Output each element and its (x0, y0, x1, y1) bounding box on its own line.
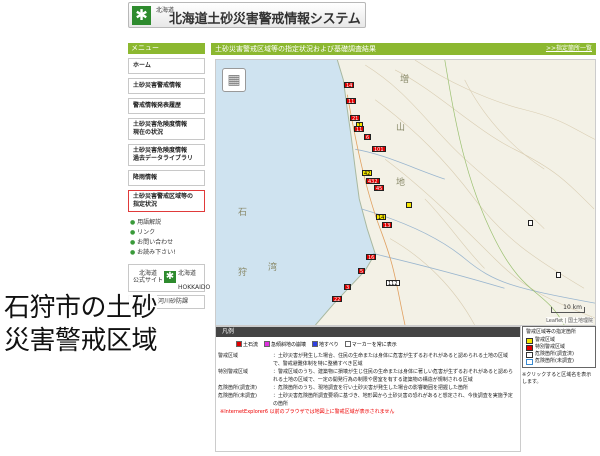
main-heading: 土砂災害警戒区域等の指定状況および基礎調査結果 >>指定箇所一覧 (211, 43, 596, 55)
map-label-mountain: 山 (396, 123, 406, 133)
map-label-bay: 湾 (268, 263, 278, 273)
click-note: ※クリックすると区域名を表示します。 (522, 372, 592, 385)
map-label-region: 地 (396, 178, 406, 188)
menu-item-warning-info[interactable]: 土砂災害警戒情報 (128, 78, 205, 94)
menu-item-risk-library[interactable]: 土砂災害危険度情報 過去データライブラリ (128, 144, 205, 166)
checkbox-landslide[interactable]: 地すべり (312, 340, 339, 348)
map-marker-small[interactable] (406, 202, 412, 208)
site-header[interactable]: ✱ 北海道 北海道土砂災害警戒情報システム (128, 2, 366, 28)
map-marker[interactable]: 45 (374, 185, 385, 192)
legend-item-surveyed: 危険箇所(調査済) (526, 351, 592, 358)
menu-item-warning-history[interactable]: 警戒情報発表履歴 (128, 98, 205, 114)
map-marker[interactable]: 21 (350, 115, 361, 122)
definition-row: 警戒区域 ：土砂災害が発生した場合、住民の生命または身体に危害が生ずるおそれがある… (218, 353, 509, 367)
map-label-masu: 増 (400, 75, 410, 85)
map-marker[interactable]: 11 (354, 126, 365, 133)
designated-list-link[interactable]: >>指定箇所一覧 (546, 43, 592, 55)
debris-flow-swatch (236, 340, 242, 347)
map-marker[interactable]: 22 (332, 296, 343, 303)
main-heading-text: 土砂災害警戒区域等の指定状況および基礎調査結果 (215, 45, 376, 53)
legend-item-special-zone: 特別警戒区域 (526, 344, 592, 351)
map-marker[interactable]: 112 (386, 280, 400, 287)
legend-item-unsurveyed: 危険箇所(未調査) (526, 358, 592, 365)
legend-item-warning-zone: 警戒区域 (526, 337, 592, 344)
link-contact[interactable]: ● お問い合わせ (128, 238, 205, 248)
map-marker[interactable]: 101 (372, 146, 386, 153)
definition-row: 危険箇所(調査済) ：危険箇所のうち、現地調査を行い土砂災害が発生した場合の影響範… (218, 385, 469, 391)
layers-button[interactable]: ▦ (222, 68, 246, 92)
hokkaido-logo-icon: ✱ (164, 271, 176, 283)
legend-panel: 凡例 土石流 急傾斜地の崩壊 地すべり マーカーを常に表示 警戒区域 ：土砂災害が… (215, 326, 521, 452)
map-marker[interactable]: 11 (346, 98, 357, 105)
legend-checkbox-row: 土石流 急傾斜地の崩壊 地すべり マーカーを常に表示 (216, 337, 520, 348)
map-marker[interactable]: 6 (364, 134, 372, 141)
map-marker[interactable]: 14 (344, 82, 355, 89)
link-please-read[interactable]: ● お読み下さい! (128, 248, 205, 258)
legend-definitions: 警戒区域 ：土砂災害が発生した場合、住民の生命または身体に危害が生ずるおそれがある… (216, 348, 520, 408)
checkbox-steep-slope[interactable]: 急傾斜地の崩壊 (264, 340, 306, 348)
overlay-caption: 石狩市の土砂 災害警戒区域 (4, 292, 158, 358)
landslide-swatch (312, 340, 319, 347)
legend-title: 凡例 (216, 327, 520, 337)
map-attribution[interactable]: Leaflet | 国土地理院 (546, 317, 593, 324)
hokkaido-official-banner[interactable]: 北海道 公式サイト ✱ 北海道 HOKKAIDO (128, 264, 210, 292)
sidebar: メニュー ホーム 土砂災害警戒情報 警戒情報発表履歴 土砂災害危険度情報 現在の… (128, 43, 210, 309)
map-terrain (216, 60, 595, 325)
menu-item-rainfall[interactable]: 降雨情報 (128, 170, 205, 186)
markers-swatch (344, 340, 351, 347)
map-label-kari: 狩 (238, 268, 248, 278)
link-links[interactable]: ● リンク (128, 228, 205, 238)
map-marker[interactable]: 5 (358, 268, 366, 275)
browser-warning: ※InternetExplorer6 以前のブラウザでは地図上に警戒区域が表示さ… (220, 409, 395, 415)
map-marker[interactable]: 16 (366, 254, 377, 261)
map-label-ishikari: 石 (238, 208, 248, 218)
link-glossary[interactable]: ● 用語解説 (128, 218, 205, 228)
checkbox-always-show-markers[interactable]: マーカーを常に表示 (344, 340, 397, 348)
map-marker[interactable]: 432 (366, 178, 380, 185)
steep-slope-swatch (264, 340, 271, 347)
definition-row: 特別警戒区域 ：警戒区域のうち、建築物に損壊が生じ住民の生命または身体に著しい危害… (218, 369, 514, 383)
designation-legend: 警戒区域等の指定箇所 警戒区域 特別警戒区域 危険箇所(調査済) 危険箇所(未調… (522, 326, 596, 386)
banner-left-text: 北海道 公式サイト (133, 270, 164, 284)
map-marker[interactable]: 13 (382, 222, 393, 229)
sidebar-links: ● 用語解説 ● リンク ● お問い合わせ ● お読み下さい! (128, 218, 205, 258)
map-marker[interactable]: 3 (344, 284, 352, 291)
map-scale: 10 km (551, 305, 585, 313)
map-marker-small[interactable] (528, 220, 533, 226)
banner-right-text: 北海道 HOKKAIDO (178, 270, 211, 291)
designation-legend-title: 警戒区域等の指定箇所 (526, 329, 577, 335)
menu-item-risk-current[interactable]: 土砂災害危険度情報 現在の状況 (128, 118, 205, 140)
map-marker-small[interactable] (556, 272, 561, 278)
menu-heading: メニュー (128, 43, 205, 54)
site-title[interactable]: 北海道土砂災害警戒情報システム (169, 8, 361, 27)
checkbox-debris-flow[interactable]: 土石流 (236, 340, 258, 348)
hokkaido-crest-icon: ✱ (132, 6, 151, 25)
map-marker[interactable]: 42 (362, 170, 373, 177)
designation-legend-box: 警戒区域等の指定箇所 警戒区域 特別警戒区域 危険箇所(調査済) 危険箇所(未調… (522, 326, 596, 368)
definition-row: 危険箇所(未調査) ：土砂災害危険箇所調査要領に基づき、地形図から土砂災害の恐れが… (218, 393, 513, 407)
menu-item-home[interactable]: ホーム (128, 58, 205, 74)
map-view[interactable]: ▦ 石 狩 湾 山 地 増 14 11 21 1 11 6 101 42 432… (215, 59, 596, 326)
menu-item-designation-status[interactable]: 土砂災害警戒区域等の 指定状況 (128, 190, 205, 212)
map-marker[interactable]: 14 (376, 214, 387, 221)
